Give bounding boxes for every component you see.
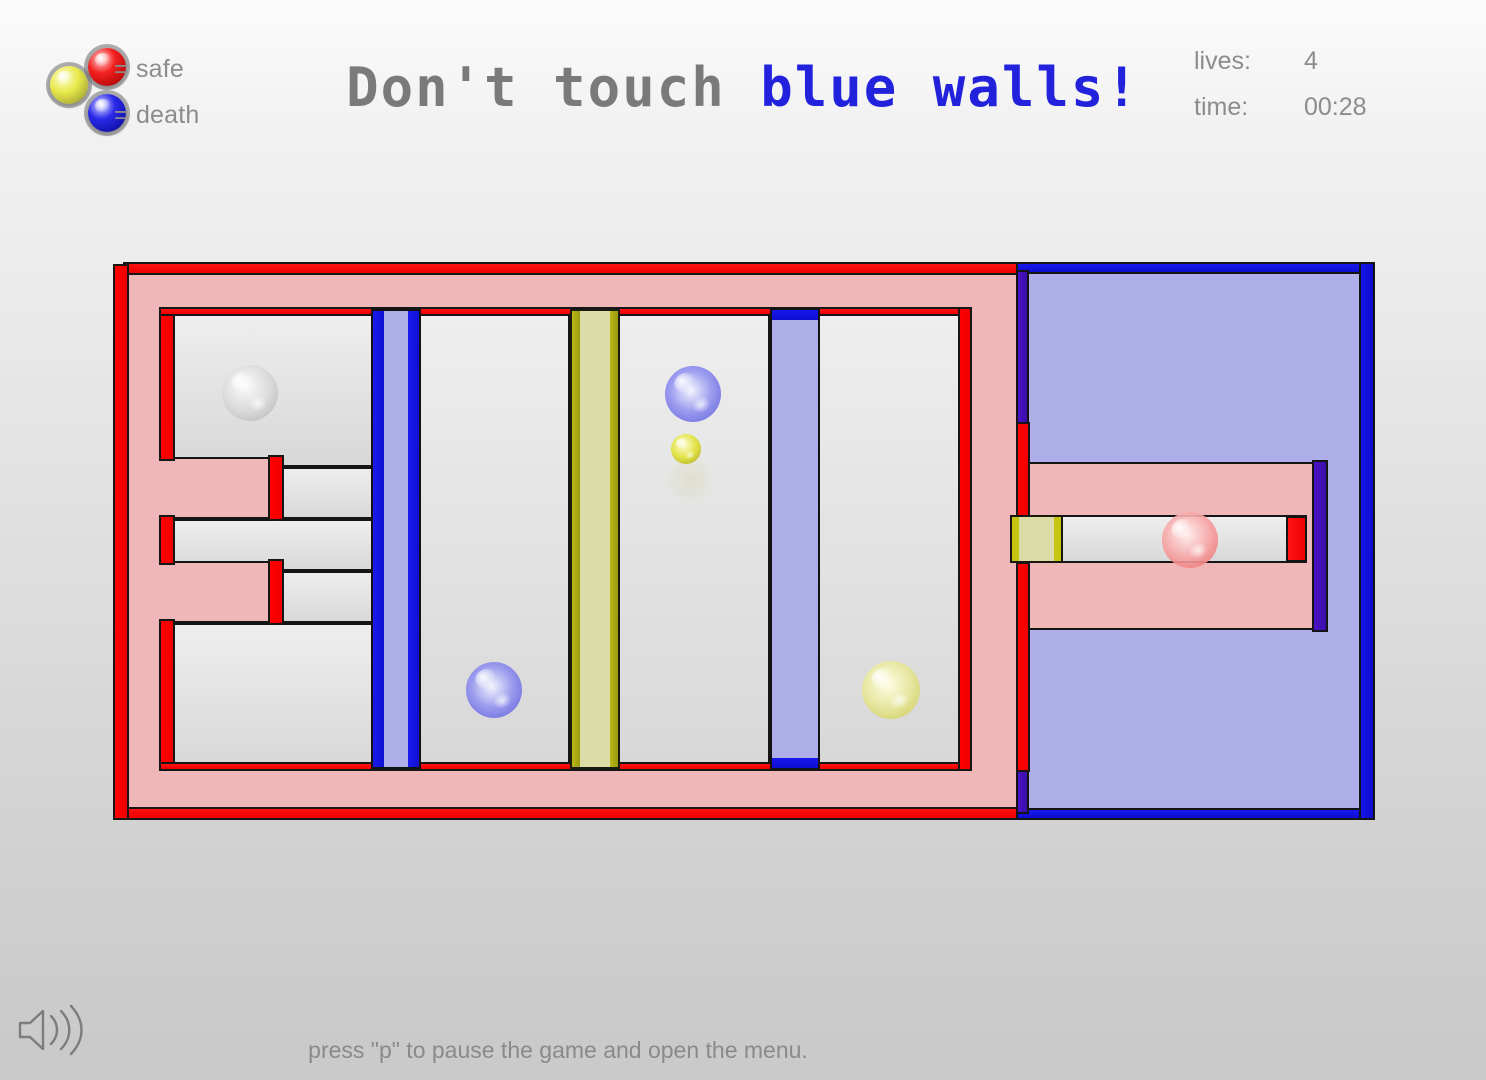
safe-inner-spine-bottom <box>159 619 175 769</box>
safe-edge-right-lower <box>1016 562 1030 772</box>
objective-title-accent: blue walls! <box>760 56 1140 119</box>
floor-cell-a-bottom <box>170 623 376 767</box>
safe-inner-rim-top <box>159 307 971 316</box>
safe-edge-bottom <box>123 807 1033 820</box>
pause-hint-text: press "p" to pause the game and open the… <box>308 1037 808 1063</box>
lives-row: lives: 4 <box>1194 38 1424 84</box>
ball-gloss <box>867 663 898 692</box>
objective-title-plain: Don't touch <box>346 56 761 119</box>
death-region-right-edge <box>1359 262 1375 820</box>
stats-panel: lives: 4 time: 00:28 <box>1194 38 1424 130</box>
ball-gloss <box>684 448 697 461</box>
ball-gloss <box>689 393 713 415</box>
safe-inner-spine-top <box>159 310 175 461</box>
ball-blue-upper[interactable] <box>665 366 721 422</box>
safe-stub-corridor-end <box>1286 516 1307 562</box>
safe-prong-lower <box>159 561 281 623</box>
ball-gloss <box>246 392 270 414</box>
ball-gloss <box>887 689 911 712</box>
death-wall-1-right-edge <box>408 311 419 767</box>
ball-gloss <box>227 367 257 395</box>
safe-prong-upper-tip <box>268 455 284 521</box>
safe-inner-rim-right <box>958 307 972 771</box>
ball-yellow[interactable] <box>862 661 920 719</box>
death-region-top-edge <box>1016 262 1375 274</box>
safe-corridor-arm-tip-edge <box>1312 460 1328 632</box>
safe-inner-spine-mid <box>159 515 175 565</box>
ball-gloss <box>670 368 700 396</box>
ball-gloss <box>1186 539 1210 561</box>
safe-prong-upper <box>159 457 281 519</box>
ball-gloss <box>674 435 690 451</box>
ball-gloss <box>490 689 514 711</box>
maze-board[interactable] <box>113 262 1375 820</box>
death-wall-1-left-edge <box>373 311 384 767</box>
time-label: time: <box>1194 93 1249 121</box>
safe-edge-top <box>123 262 1033 275</box>
lives-label: lives: <box>1194 47 1251 75</box>
ball-blue-lower[interactable] <box>466 662 522 718</box>
death-wall-2 <box>770 309 820 769</box>
neutral-wall-1-right-edge <box>610 311 618 767</box>
lives-value: 4 <box>1304 47 1318 75</box>
safe-edge-left <box>113 264 129 820</box>
ball-gloss <box>471 664 501 692</box>
neutral-gate-left-edge <box>1012 517 1019 561</box>
death-wall-2-bottom-edge <box>772 758 818 768</box>
neutral-gate-right-edge <box>1054 517 1061 561</box>
safe-prong-lower-tip <box>268 559 284 625</box>
death-wall-2-top-edge <box>772 310 818 320</box>
ball-red[interactable] <box>1162 512 1218 568</box>
neutral-wall-1-left-edge <box>572 311 580 767</box>
safe-inner-rim-bottom <box>159 762 971 771</box>
ball-yellow-small[interactable] <box>671 434 701 464</box>
time-row: time: 00:28 <box>1194 84 1424 130</box>
safe-edge-right-upper <box>1016 422 1030 517</box>
ball-white[interactable] <box>222 365 278 421</box>
death-region-bottom-edge <box>1016 808 1375 820</box>
time-value: 00:28 <box>1304 93 1367 121</box>
ball-gloss <box>1167 514 1197 542</box>
